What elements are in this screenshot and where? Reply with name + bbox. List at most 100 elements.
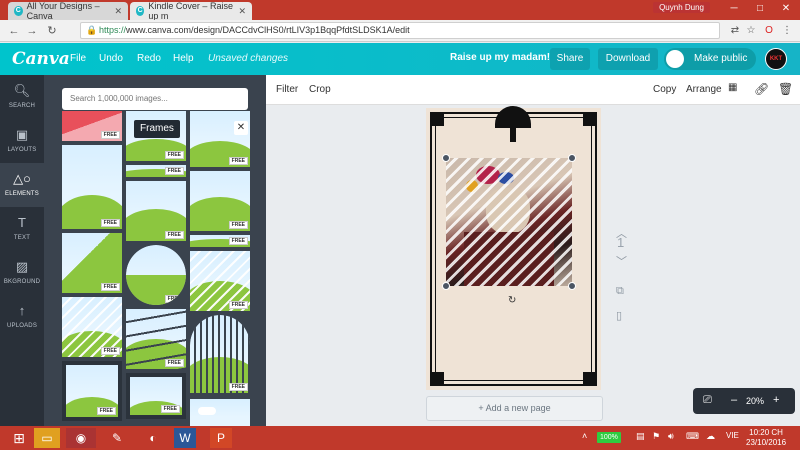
menu-file[interactable]: File <box>70 53 86 64</box>
resize-handle[interactable] <box>442 154 450 162</box>
free-badge: FREE <box>228 237 248 245</box>
cloud-icon[interactable]: ☁ <box>706 431 715 442</box>
menu-redo[interactable]: Redo <box>137 53 161 64</box>
frame-thumbnail[interactable] <box>190 399 250 426</box>
opera-icon[interactable]: O <box>762 24 776 38</box>
trash-icon[interactable]: 🗑︎ <box>778 82 793 96</box>
canva-logo[interactable]: Canva <box>12 49 70 69</box>
delete-page-icon[interactable]: ▯ <box>616 309 622 322</box>
frame-thumbnail[interactable]: FREE <box>126 165 186 177</box>
translate-icon[interactable]: ⇄ <box>728 24 742 38</box>
frame-thumbnail[interactable]: FREE <box>190 171 250 231</box>
resize-handle[interactable] <box>442 282 450 290</box>
keyboard-icon[interactable]: ⌨ <box>686 431 699 442</box>
chevron-down-icon[interactable]: ﹀ <box>616 253 627 269</box>
frame-thumbnail[interactable]: FREE <box>190 315 250 393</box>
add-page-button[interactable]: + Add a new page <box>426 396 603 421</box>
profile-name[interactable]: Quynh Dung <box>653 2 710 13</box>
free-badge: FREE <box>164 359 184 367</box>
free-badge: FREE <box>164 231 184 239</box>
clock[interactable]: 10:20 CH 23/10/2016 <box>746 428 786 448</box>
frame-thumbnail[interactable]: FREE <box>62 145 122 229</box>
tab-label: Kindle Cover – Raise up m <box>148 1 233 21</box>
network-icon[interactable]: ▤ <box>636 431 645 442</box>
rotate-icon[interactable]: ↻ <box>508 295 516 306</box>
rail-item-elements[interactable]: △○ ELEMENTS <box>0 163 44 207</box>
frame-thumbnail[interactable]: FREE <box>190 235 250 247</box>
rail-item-layouts[interactable]: ▣ LAYOUTS <box>0 119 44 163</box>
chrome-icon[interactable]: ◉ <box>66 428 96 448</box>
word-icon[interactable]: W <box>174 428 196 448</box>
rail-item-uploads[interactable]: ↑ UPLOADS <box>0 295 44 339</box>
make-public-toggle[interactable]: Make public <box>664 48 756 70</box>
rail-label: UPLOADS <box>6 323 38 329</box>
frame-thumbnail[interactable]: FREE <box>62 233 122 293</box>
design-page[interactable]: ↻ <box>426 106 601 390</box>
transparency-icon[interactable]: ▦ <box>728 82 737 93</box>
frame-thumbnail[interactable]: FREE <box>126 181 186 241</box>
canva-favicon-icon: C <box>14 6 23 16</box>
browser-tab-kindle[interactable]: C Kindle Cover – Raise up m ✕ <box>130 1 252 21</box>
browser-tab-bar: C All Your Designs – Canva ✕ C Kindle Co… <box>0 0 800 21</box>
forward-arrow-icon[interactable]: → <box>24 23 40 39</box>
present-icon[interactable]: ⎚ <box>703 394 712 407</box>
battery-indicator[interactable]: 100% <box>597 432 621 443</box>
arrange-button[interactable]: Arrange <box>686 84 722 95</box>
rail-item-background[interactable]: ▨ BKGROUND <box>0 251 44 295</box>
search-input[interactable] <box>62 88 248 110</box>
close-window-icon[interactable]: ✕ <box>774 0 798 18</box>
url-input[interactable]: 🔒 https://www.canva.com/design/DACCdvClH… <box>80 22 720 39</box>
flag-icon[interactable]: ⚑ <box>652 431 660 442</box>
resize-handle[interactable] <box>568 154 576 162</box>
close-icon[interactable]: ✕ <box>114 6 122 17</box>
free-badge: FREE <box>228 383 248 391</box>
frame-thumbnail[interactable]: FREE <box>190 111 250 167</box>
rail-item-text[interactable]: T TEXT <box>0 207 44 251</box>
close-icon[interactable]: ✕ <box>234 121 248 135</box>
volume-icon[interactable]: 🔊︎ <box>668 431 674 442</box>
free-badge: FREE <box>228 221 248 229</box>
minimize-icon[interactable]: ─ <box>722 0 746 18</box>
menu-help[interactable]: Help <box>173 53 194 64</box>
powerpoint-icon[interactable]: P <box>210 428 232 448</box>
frame-thumbnail[interactable]: FREE <box>62 111 122 141</box>
close-icon[interactable]: ✕ <box>238 6 246 17</box>
file-explorer-icon[interactable]: ▭ <box>34 428 60 448</box>
maximize-icon[interactable]: □ <box>748 0 772 18</box>
link-icon[interactable]: 🔗︎ <box>754 82 769 96</box>
frame-thumbnail[interactable]: FREE <box>126 309 186 369</box>
zoom-out-button[interactable]: – <box>731 394 737 406</box>
frame-thumbnail[interactable]: FREE <box>62 297 122 357</box>
back-arrow-icon[interactable]: ← <box>6 23 22 39</box>
language-indicator[interactable]: VIE <box>726 431 739 440</box>
border-corner <box>583 372 597 386</box>
copy-button[interactable]: Copy <box>653 84 676 95</box>
frame-thumbnail[interactable]: FREE <box>126 373 186 419</box>
crop-button[interactable]: Crop <box>309 84 331 95</box>
app-icon[interactable]: ◐ <box>138 428 168 448</box>
share-button[interactable]: Share <box>550 48 590 70</box>
tray-arrow-icon[interactable]: ˄ <box>582 431 587 441</box>
frame-thumbnail[interactable]: FREE <box>126 245 186 305</box>
framed-photo[interactable] <box>446 158 572 286</box>
frame-thumbnail[interactable]: FREE <box>190 251 250 311</box>
free-badge: FREE <box>100 283 120 291</box>
download-button[interactable]: Download <box>598 48 658 70</box>
star-icon[interactable]: ☆ <box>744 24 758 38</box>
filter-button[interactable]: Filter <box>276 84 298 95</box>
frame-thumbnail[interactable]: FREE <box>62 361 122 421</box>
menu-undo[interactable]: Undo <box>99 53 123 64</box>
avatar[interactable]: KKT <box>765 48 787 70</box>
rail-item-search[interactable]: 🔍︎ SEARCH <box>0 75 44 119</box>
zoom-in-button[interactable]: + <box>773 394 779 406</box>
browser-tab-designs[interactable]: C All Your Designs – Canva ✕ <box>8 1 128 21</box>
duplicate-page-icon[interactable]: ⧉ <box>616 285 624 298</box>
reload-icon[interactable]: ↻ <box>44 23 60 39</box>
resize-handle[interactable] <box>568 282 576 290</box>
paint-icon[interactable]: ✎ <box>102 428 132 448</box>
windows-start-icon[interactable]: ⊞ <box>4 428 34 448</box>
document-title[interactable]: Raise up my madam! <box>450 52 550 63</box>
menu-dots-icon[interactable]: ⋮ <box>780 24 794 38</box>
rail-label: BKGROUND <box>3 279 41 285</box>
free-badge: FREE <box>100 347 120 355</box>
